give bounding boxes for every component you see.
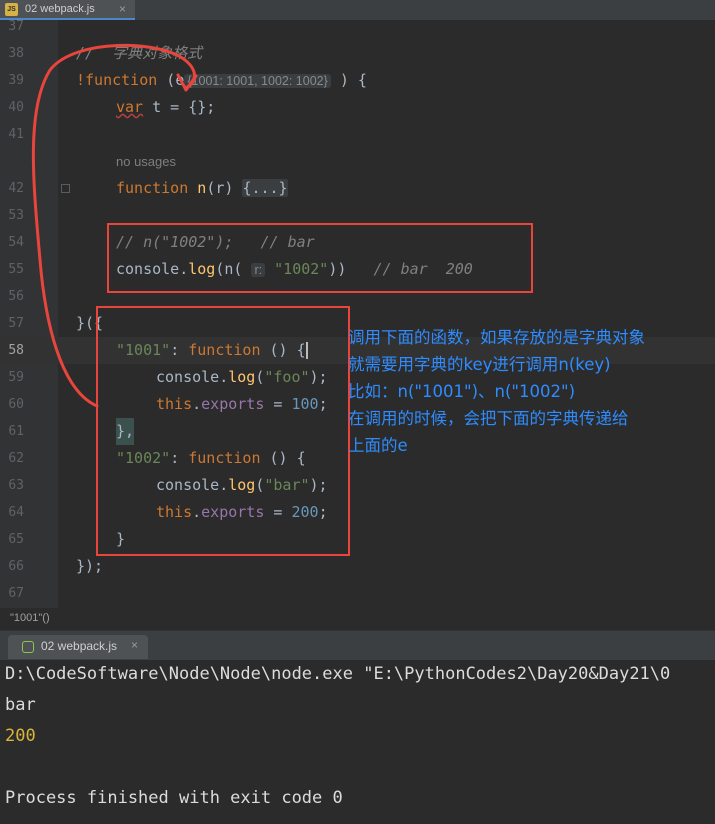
editor-breadcrumb-bar: "1001"() <box>0 608 715 630</box>
annotation-line: 比如：n("1001")、n("1002") <box>348 382 576 401</box>
annotation-line: 在调用的时候，会把下面的字典传递给 <box>348 409 629 428</box>
run-tab-bar: 02 webpack.js × <box>0 630 715 661</box>
annotation-line: 调用下面的函数，如果存放的是字典对象 <box>348 328 645 347</box>
hand-drawn-arrow-icon <box>31 43 198 408</box>
run-console[interactable]: D:\CodeSoftware\Node\Node\node.exe "E:\P… <box>0 660 715 824</box>
annotation-line: 就需要用字典的key进行调用n(key) <box>348 355 611 374</box>
run-tab-label: 02 webpack.js <box>41 639 118 653</box>
breadcrumb[interactable]: "1001"() <box>10 612 50 624</box>
console-output: 200 <box>5 726 36 746</box>
annotation-line: 上面的e <box>348 436 408 455</box>
console-exit-message: Process finished with exit code 0 <box>5 788 343 808</box>
code-editor[interactable]: 37 38 // 字典对象格式 39 !function (e {1001: 10… <box>0 19 715 608</box>
node-icon <box>22 641 34 653</box>
annotation-note: 调用下面的函数，如果存放的是字典对象 就需要用字典的key进行调用n(key) … <box>348 324 645 459</box>
console-output: bar <box>5 695 36 715</box>
run-tab-02-webpack-js[interactable]: 02 webpack.js × <box>8 635 148 659</box>
console-command: D:\CodeSoftware\Node\Node\node.exe "E:\P… <box>5 664 671 684</box>
close-icon[interactable]: × <box>131 638 138 652</box>
